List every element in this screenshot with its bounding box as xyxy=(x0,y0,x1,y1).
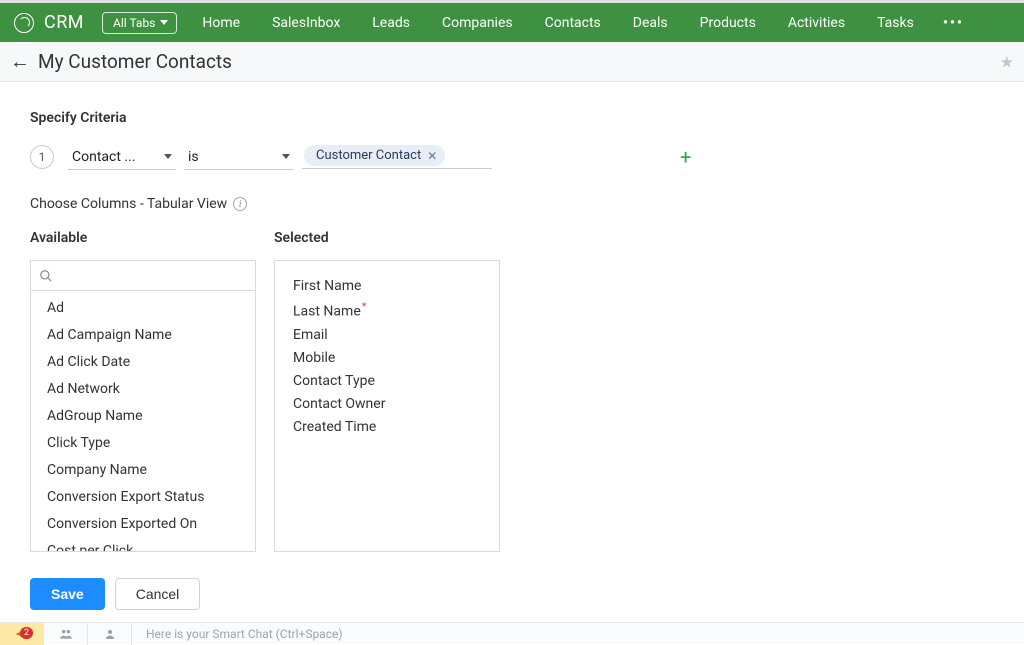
criteria-index-badge: 1 xyxy=(30,145,54,169)
footer-announce-tab[interactable]: 2 xyxy=(0,623,44,645)
nav-item-tasks[interactable]: Tasks xyxy=(864,3,927,42)
cancel-button[interactable]: Cancel xyxy=(115,578,201,610)
nav-item-companies[interactable]: Companies xyxy=(429,3,526,42)
notification-badge: 2 xyxy=(20,627,33,639)
footer-person-tab[interactable] xyxy=(88,623,132,645)
top-navbar: CRM All Tabs Home SalesInbox Leads Compa… xyxy=(0,3,1024,42)
chevron-down-icon xyxy=(164,154,172,159)
available-listbox[interactable]: Ad Ad Campaign Name Ad Click Date Ad Net… xyxy=(30,290,256,552)
nav-item-products[interactable]: Products xyxy=(687,3,769,42)
main-content: Specify Criteria 1 Contact ... is Custom… xyxy=(0,82,1024,566)
chevron-down-icon xyxy=(160,20,168,25)
nav-item-contacts[interactable]: Contacts xyxy=(532,3,614,42)
list-item[interactable]: Company Name xyxy=(31,457,255,484)
form-actions: Save Cancel xyxy=(0,566,1024,622)
list-item[interactable]: Ad Network xyxy=(31,376,255,403)
criteria-field-value: Contact ... xyxy=(72,149,135,165)
nav-item-activities[interactable]: Activities xyxy=(775,3,858,42)
selected-item-label: Mobile xyxy=(293,350,335,366)
selected-item-label: Created Time xyxy=(293,419,376,435)
list-item[interactable]: Click Type xyxy=(31,430,255,457)
back-arrow-icon[interactable]: ← xyxy=(10,45,38,78)
selected-item[interactable]: Contact Type xyxy=(293,370,481,393)
bottom-bar: 2 Here is your Smart Chat (Ctrl+Space) xyxy=(0,622,1024,644)
nav-item-salesinbox[interactable]: SalesInbox xyxy=(259,3,353,42)
selected-heading: Selected xyxy=(274,230,500,246)
list-item[interactable]: Ad Campaign Name xyxy=(31,322,255,349)
selected-panel: Selected First Name Last Name* Email Mob… xyxy=(274,230,500,552)
smart-chat-hint[interactable]: Here is your Smart Chat (Ctrl+Space) xyxy=(132,627,343,641)
add-criteria-button[interactable]: + xyxy=(680,147,691,167)
available-heading: Available xyxy=(30,230,256,246)
list-item[interactable]: Ad Click Date xyxy=(31,349,255,376)
choose-columns-label: Choose Columns - Tabular View i xyxy=(30,196,994,212)
selected-item-label: Last Name xyxy=(293,304,361,320)
page-title: My Customer Contacts xyxy=(38,50,232,73)
list-item[interactable]: Cost per Click xyxy=(31,538,255,552)
list-item[interactable]: AdGroup Name xyxy=(31,403,255,430)
favorite-star-icon[interactable]: ★ xyxy=(1000,52,1014,71)
nav-item-leads[interactable]: Leads xyxy=(359,3,423,42)
brand-name: CRM xyxy=(44,12,84,33)
selected-item[interactable]: Email xyxy=(293,324,481,347)
search-icon xyxy=(39,269,53,283)
criteria-condition-value: is xyxy=(188,149,199,165)
list-item[interactable]: Conversion Exported On xyxy=(31,511,255,538)
selected-item-label: First Name xyxy=(293,278,361,294)
person-icon xyxy=(104,628,116,640)
required-star-icon: * xyxy=(362,300,367,313)
choose-columns-text: Choose Columns - Tabular View xyxy=(30,196,227,212)
criteria-value-chip: Customer Contact ✕ xyxy=(304,145,445,166)
selected-item-label: Email xyxy=(293,327,328,343)
chip-remove-icon[interactable]: ✕ xyxy=(427,149,437,163)
criteria-chip-label: Customer Contact xyxy=(316,148,421,163)
selected-listbox[interactable]: First Name Last Name* Email Mobile Conta… xyxy=(274,260,500,552)
available-search-input[interactable] xyxy=(53,268,247,283)
selected-item-label: Contact Type xyxy=(293,373,375,389)
specify-criteria-heading: Specify Criteria xyxy=(30,110,994,126)
selected-item[interactable]: First Name xyxy=(293,275,481,298)
info-icon[interactable]: i xyxy=(233,197,247,211)
available-search-box[interactable] xyxy=(30,260,256,290)
criteria-field-dropdown[interactable]: Contact ... xyxy=(68,144,176,170)
brand-logo-icon xyxy=(14,13,34,33)
selected-item[interactable]: Contact Owner xyxy=(293,393,481,416)
save-button[interactable]: Save xyxy=(30,578,105,610)
selected-item[interactable]: Mobile xyxy=(293,347,481,370)
nav-item-deals[interactable]: Deals xyxy=(620,3,681,42)
group-icon xyxy=(59,627,73,641)
columns-section: Available Ad Ad Campaign Name Ad Click D… xyxy=(30,230,994,552)
nav-item-home[interactable]: Home xyxy=(189,3,253,42)
selected-item-label: Contact Owner xyxy=(293,396,385,412)
criteria-row: 1 Contact ... is Customer Contact ✕ + xyxy=(30,144,994,170)
all-tabs-label: All Tabs xyxy=(113,16,155,30)
list-item[interactable]: Conversion Export Status xyxy=(31,484,255,511)
all-tabs-dropdown[interactable]: All Tabs xyxy=(102,12,177,34)
nav-more-menu[interactable]: ••• xyxy=(933,15,974,31)
chevron-down-icon xyxy=(282,154,290,159)
selected-item[interactable]: Created Time xyxy=(293,416,481,439)
selected-item[interactable]: Last Name* xyxy=(293,298,481,324)
criteria-value-input[interactable]: Customer Contact ✕ xyxy=(302,145,492,169)
page-header: ← My Customer Contacts ★ xyxy=(0,42,1024,82)
list-item[interactable]: Ad xyxy=(31,295,255,322)
available-panel: Available Ad Ad Campaign Name Ad Click D… xyxy=(30,230,256,552)
footer-group-tab[interactable] xyxy=(44,623,88,645)
criteria-condition-dropdown[interactable]: is xyxy=(184,144,294,170)
